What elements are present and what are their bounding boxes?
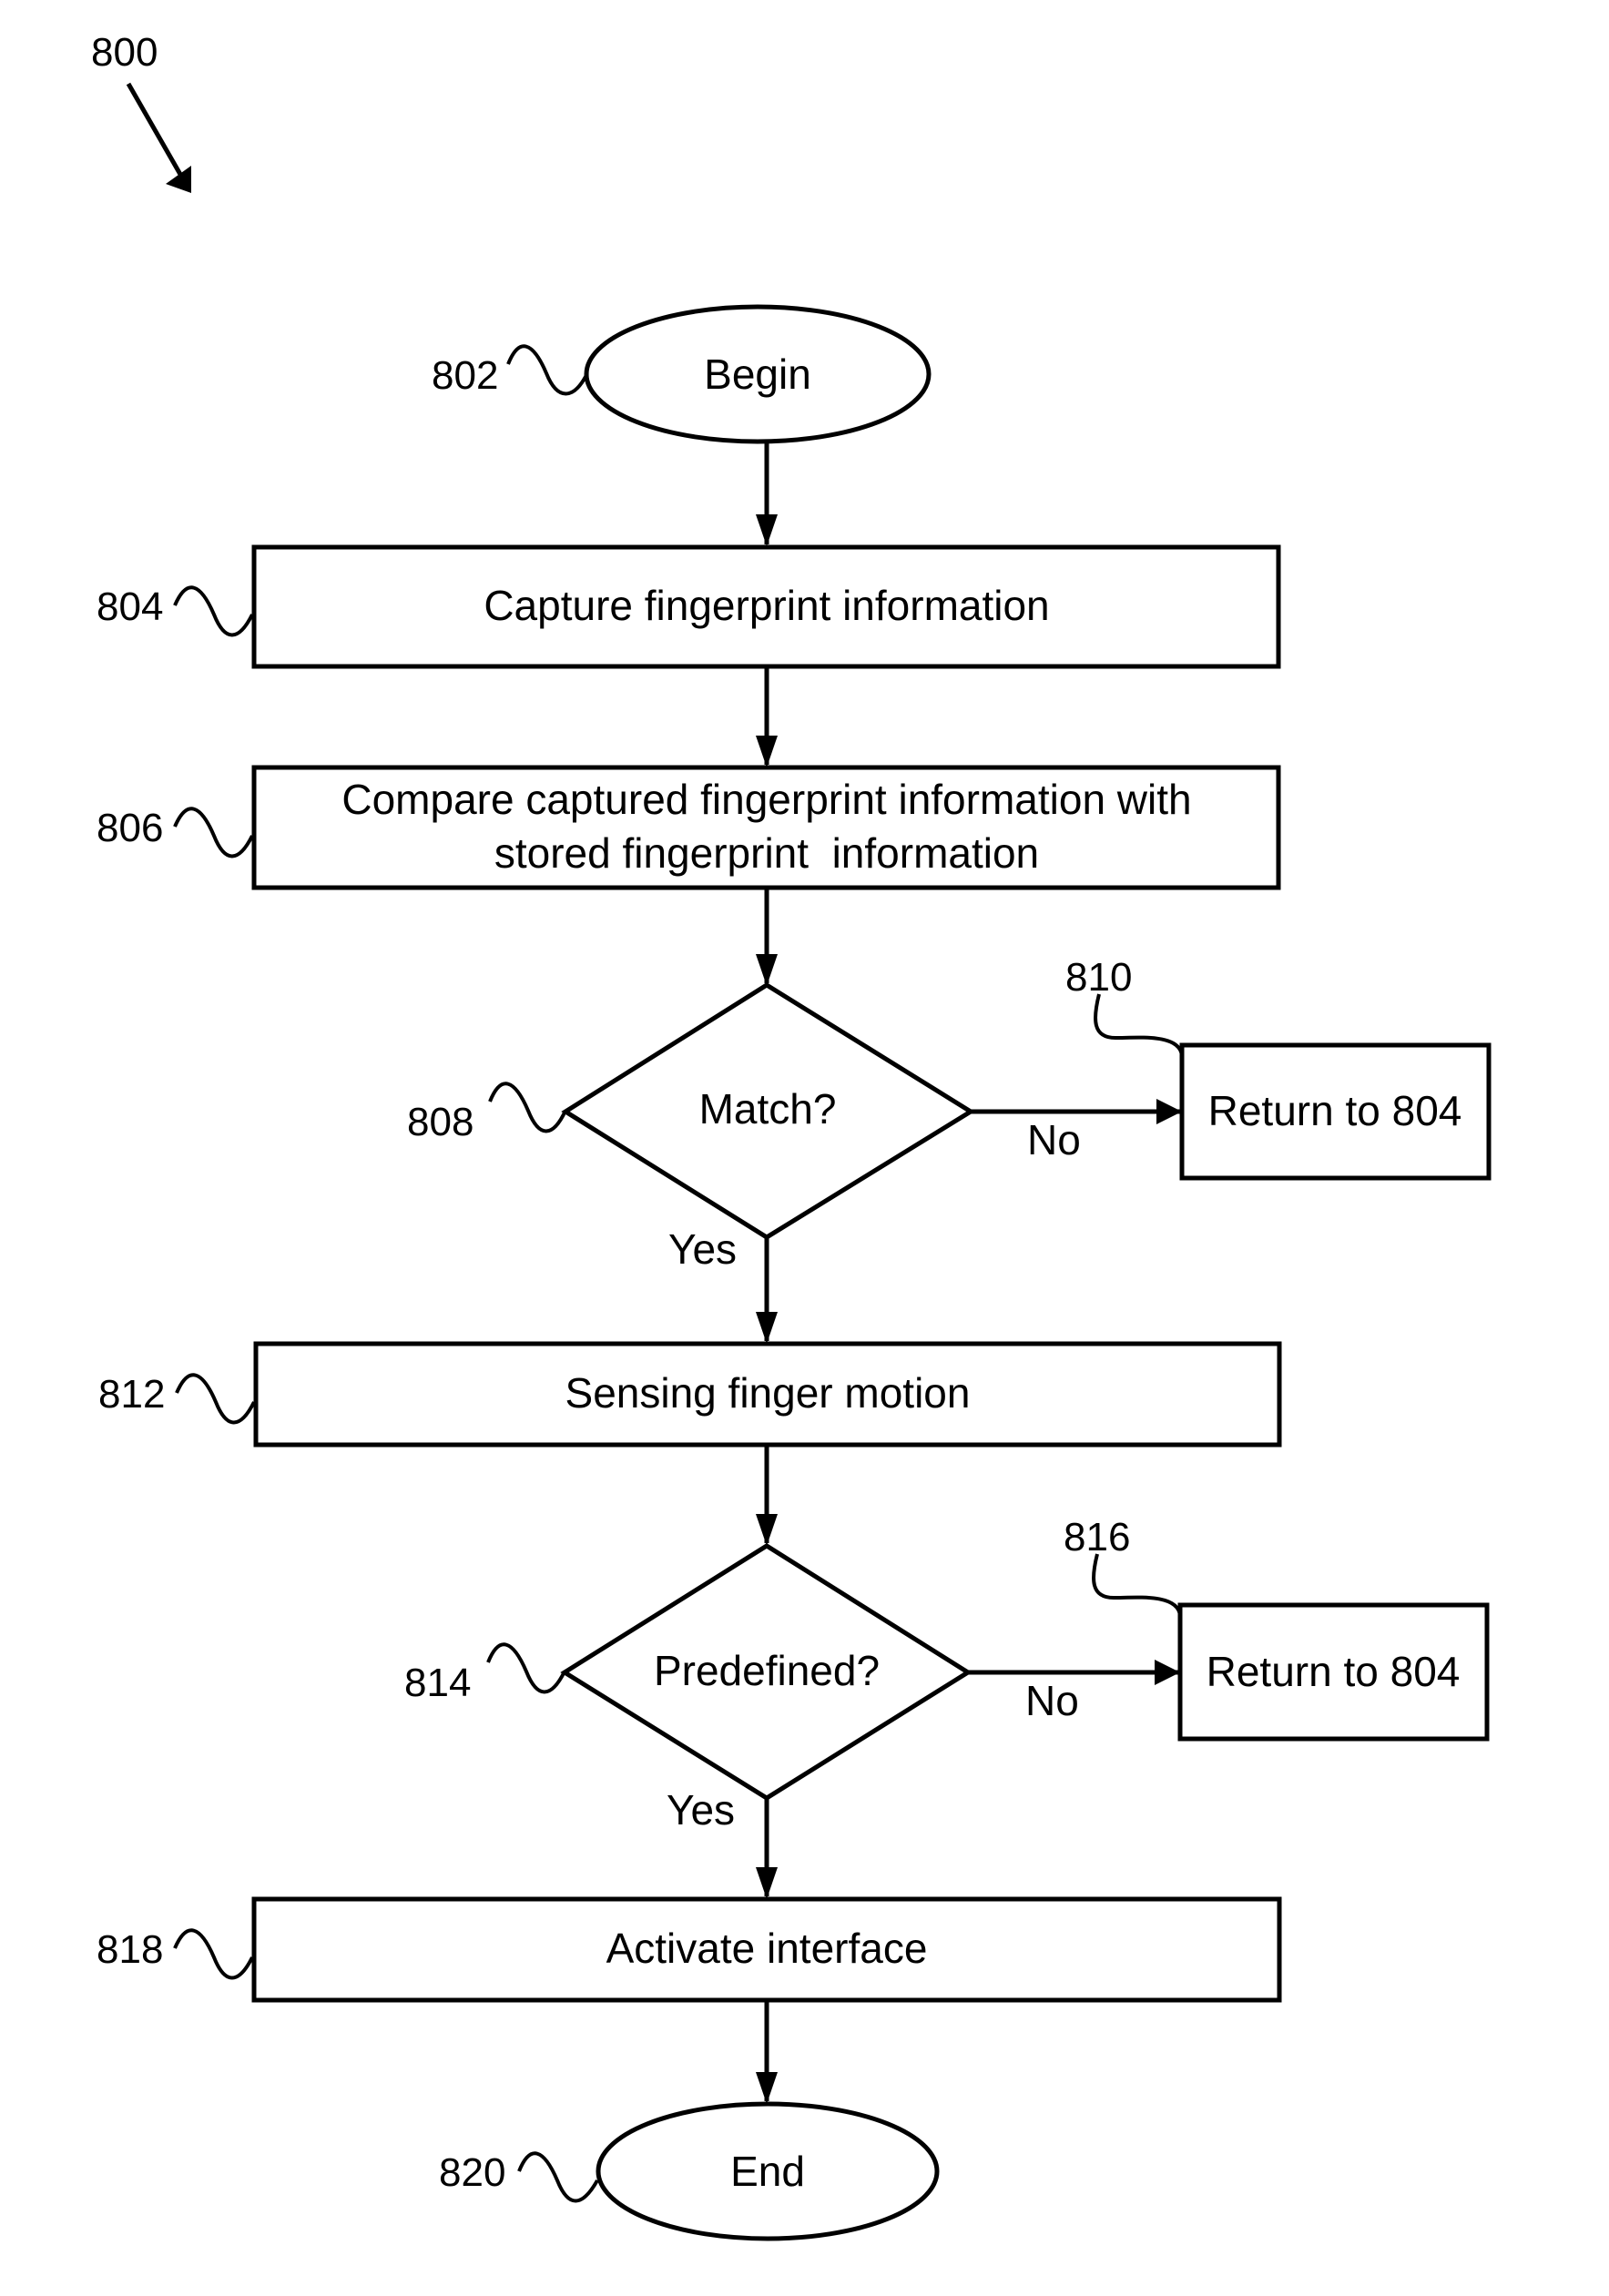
return2-leader <box>1092 1553 1182 1617</box>
node-return1: Return to 804 810 <box>1065 955 1492 1181</box>
arrowhead <box>756 736 778 767</box>
begin-ref: 802 <box>432 353 498 398</box>
arrowhead <box>1155 1660 1180 1685</box>
end-ref: 820 <box>439 2150 505 2195</box>
activate-ref: 818 <box>97 1927 163 1972</box>
sensing-leader <box>175 1373 256 1425</box>
match-leader <box>488 1082 567 1133</box>
arrowhead <box>756 1867 778 1899</box>
node-begin: Begin 802 <box>432 304 932 444</box>
capture-leader <box>173 585 254 637</box>
figure-ref-label: 800 <box>91 30 158 75</box>
return1-label: Return to 804 <box>1208 1087 1462 1134</box>
node-return2: Return to 804 816 <box>1064 1515 1490 1742</box>
return2-ref: 816 <box>1064 1515 1130 1559</box>
arrowhead <box>756 1514 778 1546</box>
arrowhead <box>756 514 778 546</box>
node-predef: Predefined? 814 <box>404 1543 973 1801</box>
compare-label-line2: stored fingerprint information <box>494 829 1039 877</box>
compare-ref: 806 <box>97 806 163 850</box>
activate-label: Activate interface <box>606 1925 928 1972</box>
compare-label-line1: Compare captured fingerprint information… <box>341 776 1191 823</box>
arrowhead <box>1156 1099 1182 1124</box>
predef-ref: 814 <box>404 1661 471 1705</box>
capture-ref: 804 <box>97 584 163 629</box>
end-leader <box>517 2151 599 2203</box>
begin-leader <box>506 344 589 396</box>
sensing-ref: 812 <box>98 1372 165 1417</box>
compare-leader <box>173 807 254 858</box>
return1-leader <box>1094 993 1184 1057</box>
match-label: Match? <box>699 1085 837 1133</box>
activate-leader <box>173 1928 254 1980</box>
node-end: End 820 <box>439 2101 940 2241</box>
return1-ref: 810 <box>1065 955 1132 1000</box>
predef-leader <box>486 1642 566 1694</box>
match-ref: 808 <box>407 1100 474 1144</box>
end-label: End <box>730 2148 805 2195</box>
node-match: Match? 808 <box>407 982 975 1240</box>
predef-yes-label: Yes <box>667 1786 735 1834</box>
match-no-label: No <box>1027 1116 1081 1163</box>
predef-no-label: No <box>1025 1677 1079 1724</box>
node-compare: Compare captured fingerprint information… <box>97 765 1281 890</box>
flowchart: 800 Begin 802 Capture fingerprint inform… <box>91 30 1492 2241</box>
arrowhead <box>756 1312 778 1344</box>
predef-label: Predefined? <box>654 1647 880 1694</box>
node-capture: Capture fingerprint information 804 <box>97 544 1281 669</box>
node-activate: Activate interface 818 <box>97 1896 1282 2003</box>
return2-label: Return to 804 <box>1207 1648 1461 1695</box>
capture-label: Capture fingerprint information <box>484 582 1049 629</box>
arrowhead <box>756 2072 778 2104</box>
begin-label: Begin <box>704 350 811 398</box>
match-yes-label: Yes <box>668 1225 737 1273</box>
node-sensing: Sensing finger motion 812 <box>98 1341 1282 1448</box>
figure-ref-arrow <box>126 82 185 179</box>
sensing-label: Sensing finger motion <box>565 1369 971 1417</box>
arrowhead <box>756 954 778 986</box>
